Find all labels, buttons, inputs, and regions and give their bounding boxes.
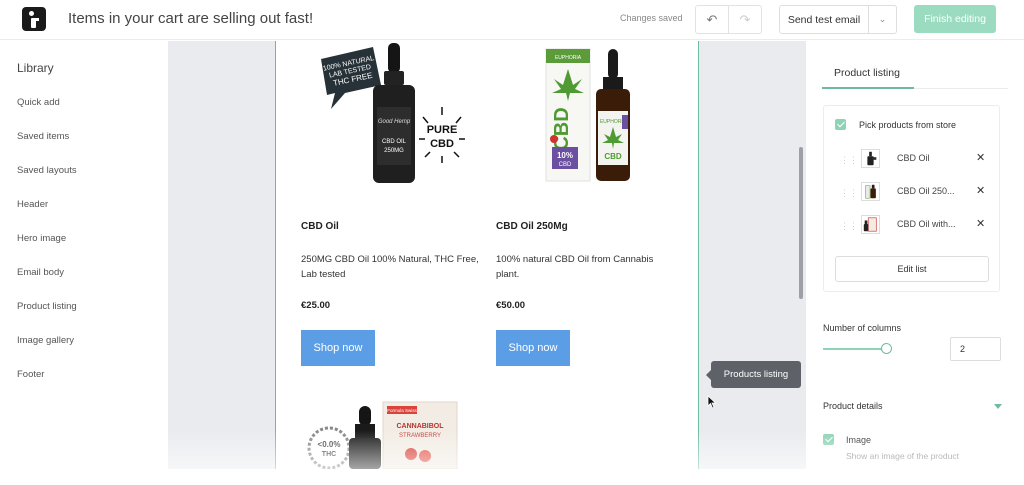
mouse-cursor-icon: [707, 395, 717, 409]
settings-panel: Product listing Pick products from store…: [806, 41, 1024, 485]
library-item-image-gallery[interactable]: Image gallery: [17, 335, 74, 346]
columns-slider-track[interactable]: [823, 348, 886, 350]
shop-now-button[interactable]: Shop now: [496, 330, 570, 366]
product-thumbnail: [861, 182, 880, 201]
library-item-saved-layouts[interactable]: Saved layouts: [17, 165, 77, 176]
columns-input[interactable]: 2: [950, 337, 1001, 361]
email-title: Items in your cart are selling out fast!: [68, 10, 314, 27]
image-checkbox[interactable]: [823, 434, 834, 445]
active-tab-indicator: [822, 87, 914, 89]
library-item-footer[interactable]: Footer: [17, 369, 44, 380]
product-description: 100% natural CBD Oil from Cannabis plant…: [496, 254, 654, 280]
chevron-down-icon[interactable]: ⌄: [868, 6, 896, 33]
product-image: 100% NATURAL LAB TESTED THC FREE Good He…: [321, 43, 465, 183]
pick-products-checkbox[interactable]: [835, 119, 846, 130]
library-item-header[interactable]: Header: [17, 199, 48, 210]
product-image: <0.0% THC Formula Swiss CANNABIBOL STRAW…: [307, 401, 458, 469]
svg-text:EUPHORIA: EUPHORIA: [555, 55, 582, 61]
shop-now-button[interactable]: Shop now: [301, 330, 375, 366]
svg-text:CANNABIBOL: CANNABIBOL: [396, 423, 444, 430]
library-sidebar: Library Quick add Saved items Saved layo…: [0, 41, 168, 485]
tab-product-listing[interactable]: Product listing: [834, 67, 900, 79]
library-item-email-body[interactable]: Email body: [17, 267, 64, 278]
product-card[interactable]: <0.0% THC Formula Swiss CANNABIBOL STRAW…: [301, 396, 481, 469]
library-item-hero-image[interactable]: Hero image: [17, 233, 66, 244]
finish-editing-button[interactable]: Finish editing: [914, 5, 996, 33]
svg-text:CBD: CBD: [551, 107, 573, 150]
app-logo-icon[interactable]: [22, 7, 46, 31]
svg-text:250MG: 250MG: [384, 148, 404, 154]
undo-redo-group: ↶ ↷: [695, 5, 762, 34]
image-option-label: Image: [846, 435, 872, 445]
svg-text:CBD: CBD: [430, 138, 454, 150]
library-item-saved-items[interactable]: Saved items: [17, 131, 69, 142]
library-item-product-listing[interactable]: Product listing: [17, 301, 77, 312]
canvas-scrollbar[interactable]: [799, 147, 803, 299]
product-price: €25.00: [301, 300, 331, 311]
svg-text:10%: 10%: [557, 151, 573, 160]
picked-product-item[interactable]: ⋮⋮ CBD Oil with... ✕: [834, 213, 994, 241]
drag-handle-icon[interactable]: ⋮⋮: [840, 188, 858, 199]
save-status: Changes saved: [620, 13, 683, 23]
svg-text:THC: THC: [322, 451, 336, 458]
picked-product-name: CBD Oil: [897, 153, 930, 163]
send-test-group: Send test email ⌄: [779, 5, 897, 34]
edit-list-button[interactable]: Edit list: [835, 256, 989, 282]
product-thumbnail: [861, 215, 880, 234]
columns-label: Number of columns: [823, 323, 902, 333]
product-image: EUPHORIA CBD 10% CBD EUPHORIA CBD: [545, 48, 630, 182]
remove-icon[interactable]: ✕: [976, 217, 985, 230]
pick-products-label: Pick products from store: [859, 120, 957, 130]
library-item-quick-add[interactable]: Quick add: [17, 97, 60, 108]
picked-product-item[interactable]: ⋮⋮ CBD Oil 250... ✕: [834, 180, 994, 208]
picked-product-name: CBD Oil 250...: [897, 186, 955, 196]
columns-slider-handle[interactable]: [881, 343, 892, 354]
remove-icon[interactable]: ✕: [976, 184, 985, 197]
product-name: CBD Oil 250Mg: [496, 221, 568, 232]
drag-handle-icon[interactable]: ⋮⋮: [840, 221, 858, 232]
tooltip: Products listing: [706, 361, 801, 388]
email-content[interactable]: 100% NATURAL LAB TESTED THC FREE Good He…: [275, 41, 699, 469]
picked-product-name: CBD Oil with...: [897, 219, 956, 229]
app: Items in your cart are selling out fast!…: [0, 0, 1024, 485]
svg-text:<0.0%: <0.0%: [318, 440, 341, 449]
remove-icon[interactable]: ✕: [976, 151, 985, 164]
picked-product-item[interactable]: ⋮⋮ CBD Oil ✕: [834, 147, 994, 175]
svg-text:Formula Swiss: Formula Swiss: [387, 408, 417, 413]
top-bar: Items in your cart are selling out fast!…: [0, 0, 1024, 40]
redo-icon[interactable]: ↷: [728, 6, 761, 33]
svg-text:CBD: CBD: [604, 152, 622, 161]
product-description: 250MG CBD Oil 100% Natural, THC Free, La…: [301, 254, 479, 280]
drag-handle-icon[interactable]: ⋮⋮: [840, 155, 858, 166]
svg-text:CBD OIL: CBD OIL: [382, 139, 407, 145]
product-picker: Pick products from store ⋮⋮ CBD Oil ✕ ⋮⋮…: [823, 105, 1000, 292]
chevron-down-icon[interactable]: [994, 404, 1002, 409]
image-option-help: Show an image of the product: [846, 451, 959, 461]
product-price: €50.00: [496, 300, 526, 311]
product-thumbnail: [861, 149, 880, 168]
svg-text:STRAWBERRY: STRAWBERRY: [399, 433, 441, 439]
svg-text:CBD: CBD: [559, 162, 572, 168]
svg-text:PURE: PURE: [427, 124, 458, 136]
product-details-label[interactable]: Product details: [823, 401, 883, 411]
send-test-button[interactable]: Send test email: [780, 6, 868, 33]
undo-icon[interactable]: ↶: [696, 6, 728, 33]
library-title: Library: [17, 61, 54, 75]
product-name: CBD Oil: [301, 221, 339, 232]
svg-text:Good Hemp: Good Hemp: [378, 119, 411, 125]
